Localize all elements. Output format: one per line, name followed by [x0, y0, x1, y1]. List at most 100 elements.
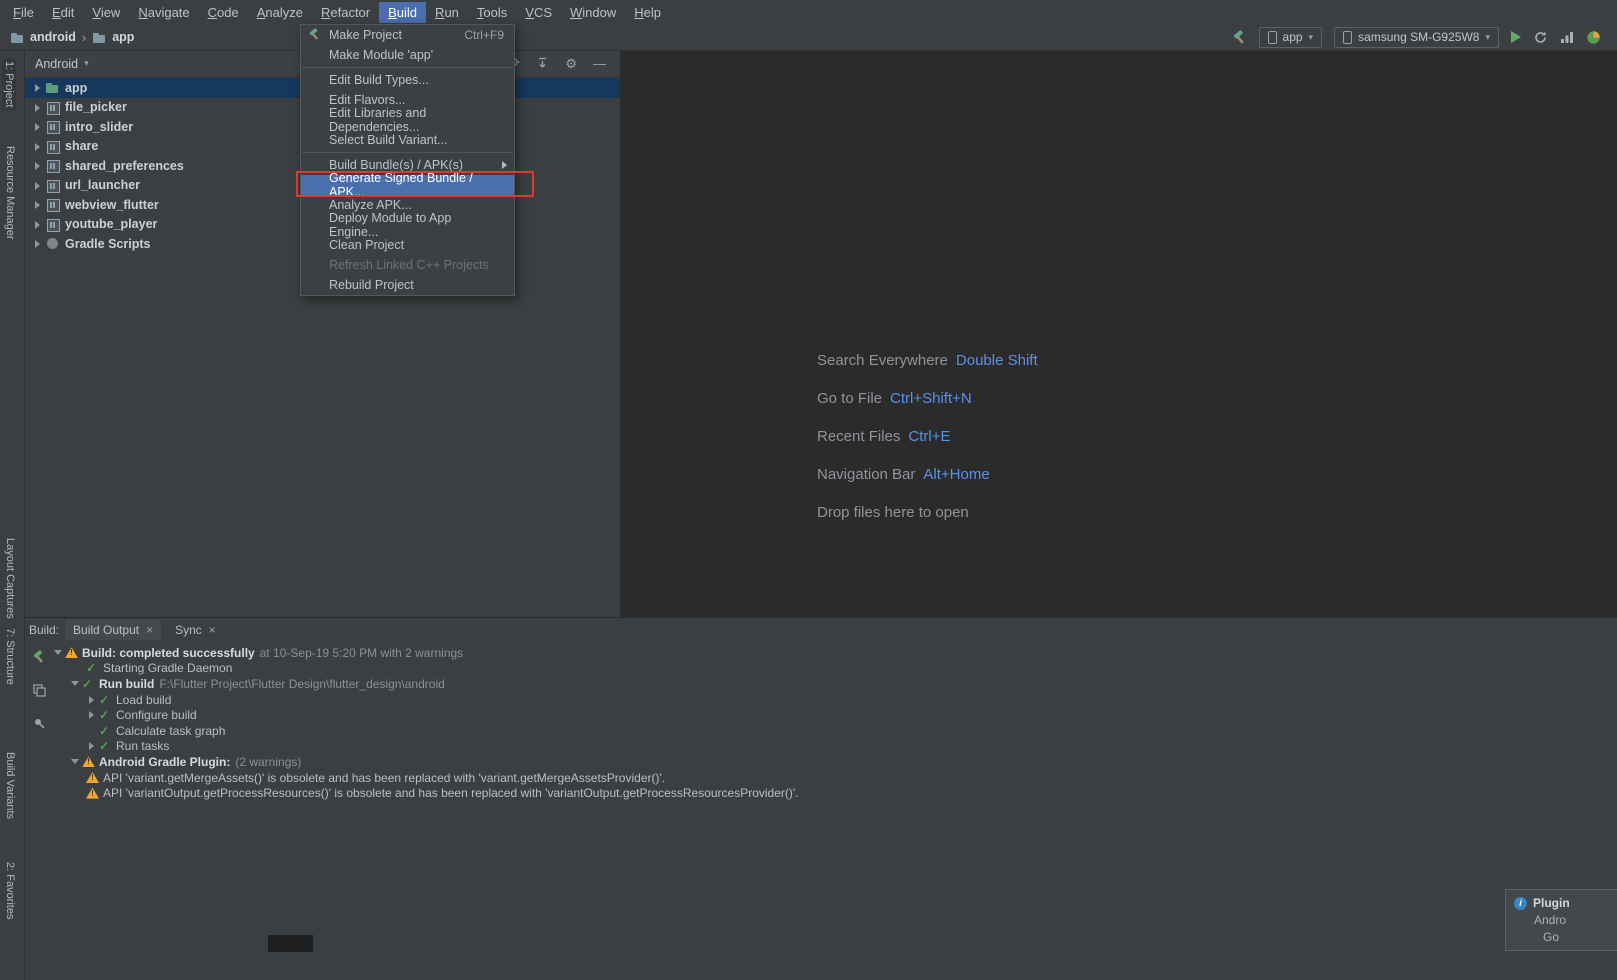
app-module-icon	[1268, 31, 1277, 44]
menu-analyze[interactable]: Analyze	[248, 2, 312, 23]
stripe-project[interactable]: 1: Project	[2, 58, 16, 110]
shortcut-text: Double Shift	[956, 352, 1038, 369]
build-row-run-tasks[interactable]: ✓ Run tasks	[50, 739, 1617, 755]
build-row-load-build[interactable]: ✓ Load build	[50, 692, 1617, 708]
notification-line: Go	[1514, 930, 1609, 944]
build-row-warning-merge-assets[interactable]: API 'variant.getMergeAssets()' is obsole…	[50, 770, 1617, 786]
menu-item-deploy-app-engine[interactable]: Deploy Module to App Engine...	[301, 215, 514, 235]
module-icon	[45, 120, 60, 133]
chevron-right-icon[interactable]	[32, 101, 45, 114]
stripe-structure[interactable]: 7: Structure	[4, 628, 16, 685]
notification-line: Andro	[1514, 913, 1609, 927]
close-icon[interactable]: ×	[209, 625, 216, 635]
gear-icon[interactable]: ⚙	[565, 56, 577, 72]
breadcrumb: android › app	[0, 30, 134, 45]
build-row-calculate-task-graph[interactable]: ✓ Calculate task graph	[50, 723, 1617, 739]
tab-sync[interactable]: Sync ×	[167, 620, 224, 640]
chevron-right-icon[interactable]	[32, 218, 45, 231]
menu-refactor[interactable]: Refactor	[312, 2, 379, 23]
menu-tools[interactable]: Tools	[468, 2, 516, 23]
chevron-down-icon: ▾	[1485, 32, 1490, 43]
gradle-sync-icon[interactable]	[1586, 30, 1601, 45]
menu-separator	[302, 152, 513, 153]
build-row-summary[interactable]: Build: completed successfully at 10-Sep-…	[50, 645, 1617, 661]
target-device-value: samsung SM-G925W8	[1358, 30, 1479, 44]
build-row-run-build[interactable]: ✓ Run build F:\Flutter Project\Flutter D…	[50, 676, 1617, 692]
layers-icon[interactable]	[33, 684, 46, 700]
menu-code[interactable]: Code	[199, 2, 248, 23]
ide-window: { "icons": { "close": "×", "caret_down":…	[0, 0, 1617, 980]
stripe-resource-manager[interactable]: Resource Manager	[4, 146, 16, 240]
hide-panel-icon[interactable]: —	[593, 56, 606, 71]
build-row-gradle-daemon[interactable]: ✓ Starting Gradle Daemon	[50, 661, 1617, 677]
make-project-hammer-icon[interactable]	[1232, 30, 1247, 45]
project-header-icons: ⚙ —	[506, 55, 610, 72]
menu-window[interactable]: Window	[561, 2, 625, 23]
hint-navigation-bar: Navigation BarAlt+Home	[817, 466, 1038, 488]
profiler-icon[interactable]	[1560, 31, 1574, 44]
menu-item-edit-libraries[interactable]: Edit Libraries and Dependencies...	[301, 110, 514, 130]
menu-file[interactable]: File	[4, 2, 43, 23]
menu-build[interactable]: Build	[379, 2, 426, 23]
menu-help[interactable]: Help	[625, 2, 670, 23]
target-device-select[interactable]: samsung SM-G925W8 ▾	[1334, 27, 1499, 48]
warning-icon	[86, 788, 99, 799]
build-row-gradle-plugin[interactable]: Android Gradle Plugin: (2 warnings)	[50, 754, 1617, 770]
chevron-right-icon[interactable]	[32, 179, 45, 192]
menu-item-make-project[interactable]: Make Project Ctrl+F9	[301, 25, 514, 45]
module-folder-icon	[92, 31, 106, 44]
stripe-build-variants[interactable]: Build Variants	[4, 752, 16, 819]
menu-separator	[302, 67, 513, 68]
chevron-right-icon[interactable]	[32, 237, 45, 250]
refresh-icon[interactable]	[1533, 30, 1548, 45]
menu-navigate[interactable]: Navigate	[129, 2, 198, 23]
menu-item-rebuild-project[interactable]: Rebuild Project	[301, 275, 514, 295]
chevron-right-icon[interactable]	[32, 81, 45, 94]
chevron-down-icon[interactable]	[69, 678, 82, 690]
chevron-right-icon[interactable]	[32, 120, 45, 133]
build-tool-window: Build: Build Output × Sync × Build: comp…	[25, 617, 1617, 980]
menu-vcs[interactable]: VCS	[516, 2, 561, 23]
run-configuration-select[interactable]: app ▾	[1259, 27, 1323, 48]
stripe-favorites[interactable]: 2: Favorites	[4, 862, 16, 919]
breadcrumb-project[interactable]: android	[30, 30, 76, 44]
run-configuration-value: app	[1283, 30, 1303, 44]
pin-icon[interactable]	[33, 717, 46, 733]
menu-item-make-module[interactable]: Make Module 'app'	[301, 45, 514, 65]
chevron-down-icon[interactable]	[69, 756, 82, 768]
notification-popup[interactable]: i Plugin Andro Go	[1505, 889, 1617, 951]
module-icon	[45, 101, 60, 114]
run-button[interactable]	[1511, 31, 1521, 43]
menu-item-edit-build-types[interactable]: Edit Build Types...	[301, 70, 514, 90]
tab-build-output[interactable]: Build Output ×	[65, 620, 161, 640]
breadcrumb-module[interactable]: app	[112, 30, 134, 44]
build-row-warning-process-resources[interactable]: API 'variantOutput.getProcessResources()…	[50, 785, 1617, 801]
stripe-layout-captures[interactable]: Layout Captures	[4, 538, 16, 619]
chevron-right-icon[interactable]	[86, 709, 99, 721]
menu-edit[interactable]: Edit	[43, 2, 83, 23]
chevron-right-icon[interactable]	[86, 694, 99, 706]
chevron-down-icon[interactable]	[52, 647, 65, 659]
chevron-right-icon[interactable]	[32, 159, 45, 172]
chevron-right-icon[interactable]	[86, 740, 99, 752]
chevron-right-icon[interactable]	[32, 140, 45, 153]
menu-run[interactable]: Run	[426, 2, 468, 23]
check-icon: ✓	[99, 739, 109, 753]
close-icon[interactable]: ×	[146, 625, 153, 635]
collapse-all-icon[interactable]	[536, 56, 549, 72]
info-icon: i	[1514, 897, 1527, 910]
build-row-configure-build[interactable]: ✓ Configure build	[50, 707, 1617, 723]
menu-item-select-build-variant[interactable]: Select Build Variant...	[301, 130, 514, 150]
chevron-right-icon[interactable]	[32, 198, 45, 211]
main-toolbar: android › app app ▾ samsung SM-G925W8 ▾	[0, 24, 1617, 51]
hint-drop-files: Drop files here to open	[817, 504, 1038, 526]
project-view-selector[interactable]: Android	[35, 57, 78, 71]
editor-area: Search EverywhereDouble Shift Go to File…	[622, 51, 1617, 617]
hint-go-to-file: Go to FileCtrl+Shift+N	[817, 390, 1038, 412]
tree-indent-spacer	[86, 725, 99, 737]
menu-item-clean-project[interactable]: Clean Project	[301, 235, 514, 255]
hammer-icon[interactable]	[32, 650, 46, 667]
menu-view[interactable]: View	[83, 2, 129, 23]
shortcut-text: Ctrl+Shift+N	[890, 390, 972, 407]
warning-icon	[65, 647, 78, 658]
